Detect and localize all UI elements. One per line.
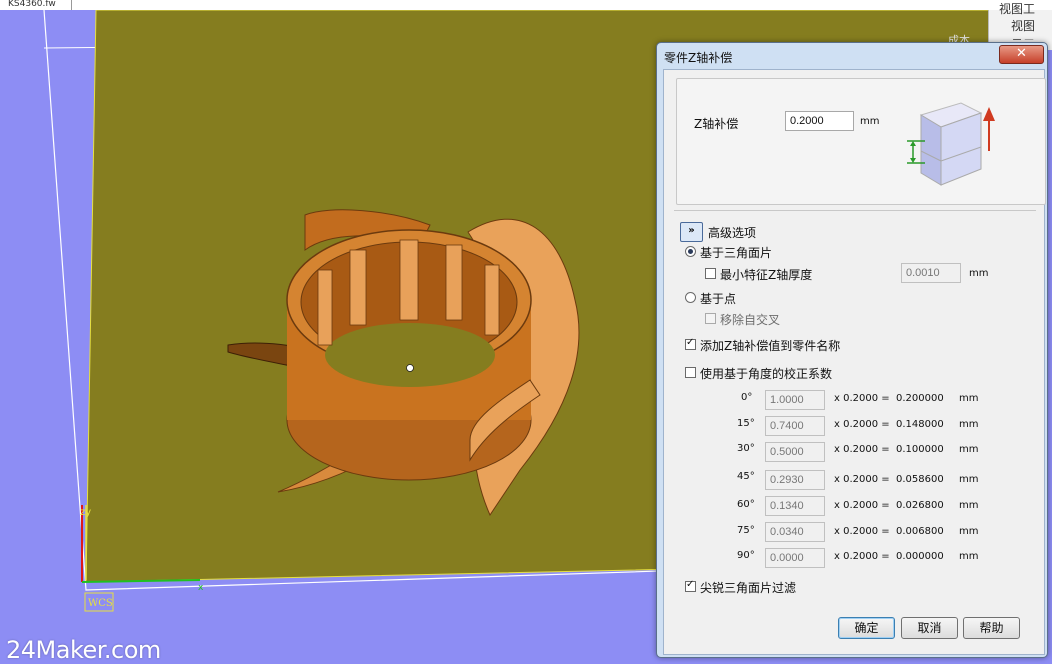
angle-unit: mm [959,526,979,537]
angle-result: 0.148000 [896,419,944,430]
help-button[interactable]: 帮助 [963,617,1020,639]
cancel-button[interactable]: 取消 [901,617,958,639]
angle-unit: mm [959,444,979,455]
point-based-label: 基于点 [700,292,737,306]
view-tool-title: 视图工 [999,2,1036,16]
min-feature-label: 最小特征Z轴厚度 [720,268,813,282]
angle-label: 15° [737,418,755,429]
angle-multiplier: x 0.2000 = [834,444,890,455]
z-compensation-dialog: 零件Z轴补偿 ✕ Z轴补偿 mm » 高级选项 [656,42,1048,658]
angle-multiplier: x 0.2000 = [834,419,890,430]
dialog-body: Z轴补偿 mm » 高级选项 基于三角面片 最小特征 [663,69,1046,655]
angle-factor-input[interactable] [765,496,825,516]
z-unit-label: mm [860,116,880,127]
view-menu-item[interactable]: 视图 [1011,17,1035,34]
sharp-triangle-filter-checkbox[interactable] [685,579,696,592]
angle-multiplier: x 0.2000 = [834,474,890,485]
display-menu-item[interactable]: 显示 [1011,36,1035,40]
angle-multiplier: x 0.2000 = [834,500,890,511]
angle-result: 0.100000 [896,444,944,455]
z-compensation-input[interactable] [785,111,854,131]
angle-multiplier: x 0.2000 = [834,526,890,537]
angle-unit: mm [959,551,979,562]
min-feature-unit: mm [969,268,989,279]
advanced-options-label: 高级选项 [708,226,757,240]
advanced-separator [674,210,1036,211]
close-button[interactable]: ✕ [999,45,1044,64]
angle-result: 0.000000 [896,551,944,562]
angle-result: 0.026800 [896,500,944,511]
angle-label: 60° [737,499,755,510]
angle-unit: mm [959,393,979,404]
top-strip [0,0,1052,10]
angle-correction-label: 使用基于角度的校正系数 [700,367,833,381]
remove-self-intersection-label: 移除自交叉 [720,313,781,327]
angle-factor-input[interactable] [765,548,825,568]
min-feature-input[interactable] [901,263,961,283]
min-feature-checkbox[interactable] [705,268,716,279]
angle-unit: mm [959,474,979,485]
z-offset-cube-icon [907,102,995,186]
triangle-based-label: 基于三角面片 [700,246,773,260]
x-axis-label: x [198,583,204,593]
angle-label: 90° [737,550,755,561]
watermark: 24Maker.com [6,636,161,664]
angle-result: 0.200000 [896,393,944,404]
angle-factor-input[interactable] [765,416,825,436]
remove-self-intersection-checkbox[interactable] [705,313,716,324]
angle-label: 0° [741,392,753,403]
angle-unit: mm [959,419,979,430]
z-compensation-label: Z轴补偿 [694,117,739,131]
angle-label: 75° [737,525,755,536]
angle-factor-input[interactable] [765,470,825,490]
angle-correction-checkbox[interactable] [685,367,696,378]
angle-multiplier: x 0.2000 = [834,393,890,404]
ok-button[interactable]: 确定 [838,617,895,639]
angle-multiplier: x 0.2000 = [834,551,890,562]
angle-factor-input[interactable] [765,390,825,410]
point-based-radio[interactable] [685,292,696,303]
angle-label: 30° [737,443,755,454]
angle-factor-input[interactable] [765,442,825,462]
angle-factor-input[interactable] [765,522,825,542]
z-compensation-group: Z轴补偿 mm [676,78,1046,205]
triangle-based-radio[interactable] [685,246,696,257]
sharp-triangle-filter-label: 尖锐三角面片过滤 [700,581,797,595]
angle-label: 45° [737,471,755,482]
angle-result: 0.006800 [896,526,944,537]
add-to-part-name-checkbox[interactable] [685,337,696,350]
collapse-advanced-button[interactable]: » [680,222,703,242]
add-to-part-name-label: 添加Z轴补偿值到零件名称 [700,339,841,353]
dialog-title: 零件Z轴补偿 [664,51,733,65]
angle-unit: mm [959,500,979,511]
axis-label: zy [80,507,91,518]
document-tab[interactable]: KS4360.fw [0,0,72,10]
wcs-label: WCS [88,598,113,609]
angle-result: 0.058600 [896,474,944,485]
